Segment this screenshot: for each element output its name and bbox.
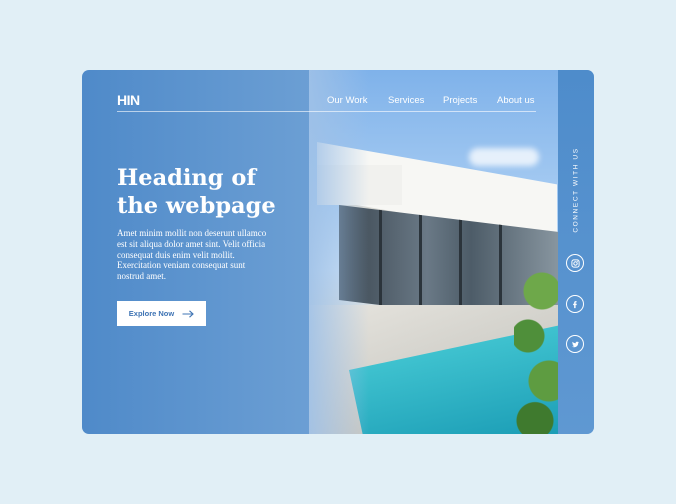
hero-card: CONNECT WITH US HIN Our Work Services Pr…: [82, 70, 594, 434]
explore-now-button[interactable]: Explore Now: [117, 301, 206, 326]
connect-label: CONNECT WITH US: [572, 147, 580, 233]
nav-divider: [117, 111, 536, 112]
social-rail: CONNECT WITH US: [558, 70, 594, 434]
nav-services[interactable]: Services: [388, 95, 424, 106]
heading-line-1: Heading of: [117, 165, 257, 191]
twitter-icon[interactable]: [566, 335, 584, 353]
page-heading: Heading of the webpage: [117, 164, 287, 220]
brand-logo[interactable]: HIN: [117, 92, 140, 108]
facebook-icon[interactable]: [566, 295, 584, 313]
heading-line-2: the webpage: [117, 193, 276, 219]
explore-now-label: Explore Now: [128, 309, 175, 318]
hero-description: Amet minim mollit non deserunt ullamco e…: [117, 228, 267, 282]
nav-projects[interactable]: Projects: [443, 95, 477, 106]
house-photo: [309, 70, 558, 434]
nav-about-us[interactable]: About us: [497, 95, 535, 106]
nav-our-work[interactable]: Our Work: [327, 95, 367, 106]
instagram-icon[interactable]: [566, 254, 584, 272]
arrow-right-icon: [182, 309, 195, 318]
